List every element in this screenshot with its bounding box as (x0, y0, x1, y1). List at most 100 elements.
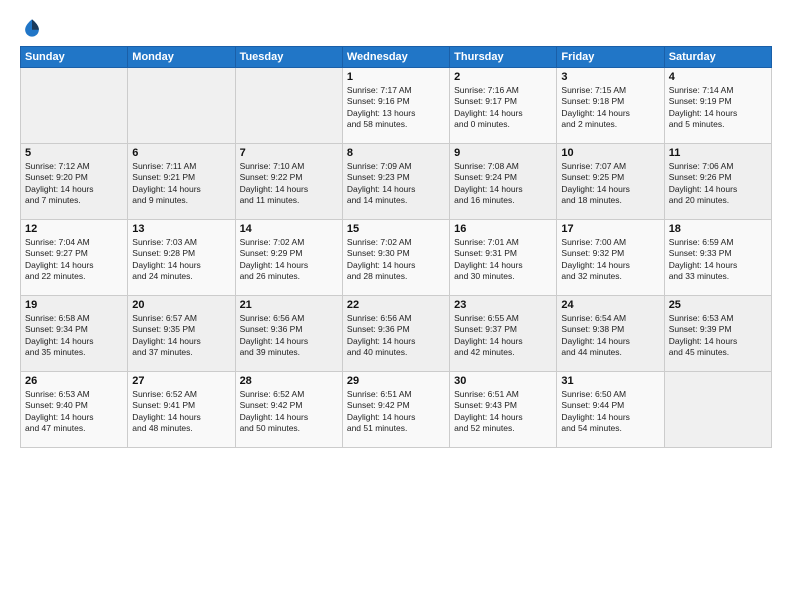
logo (20, 16, 47, 40)
day-info: Sunrise: 7:15 AMSunset: 9:18 PMDaylight:… (561, 85, 659, 131)
day-info: Sunrise: 6:51 AMSunset: 9:43 PMDaylight:… (454, 389, 552, 435)
week-row-2: 5 Sunrise: 7:12 AMSunset: 9:20 PMDaylight… (21, 144, 772, 220)
day-info: Sunrise: 7:04 AMSunset: 9:27 PMDaylight:… (25, 237, 123, 283)
day-number: 7 (240, 147, 338, 159)
day-cell: 24 Sunrise: 6:54 AMSunset: 9:38 PMDayligh… (557, 296, 664, 372)
day-number: 22 (347, 299, 445, 311)
day-cell: 25 Sunrise: 6:53 AMSunset: 9:39 PMDayligh… (664, 296, 771, 372)
day-info: Sunrise: 7:08 AMSunset: 9:24 PMDaylight:… (454, 161, 552, 207)
day-number: 18 (669, 223, 767, 235)
day-cell: 31 Sunrise: 6:50 AMSunset: 9:44 PMDayligh… (557, 372, 664, 448)
day-info: Sunrise: 7:12 AMSunset: 9:20 PMDaylight:… (25, 161, 123, 207)
day-cell: 5 Sunrise: 7:12 AMSunset: 9:20 PMDaylight… (21, 144, 128, 220)
day-number: 13 (132, 223, 230, 235)
day-info: Sunrise: 7:16 AMSunset: 9:17 PMDaylight:… (454, 85, 552, 131)
calendar-table: SundayMondayTuesdayWednesdayThursdayFrid… (20, 46, 772, 448)
day-info: Sunrise: 7:02 AMSunset: 9:29 PMDaylight:… (240, 237, 338, 283)
day-info: Sunrise: 7:06 AMSunset: 9:26 PMDaylight:… (669, 161, 767, 207)
day-number: 28 (240, 375, 338, 387)
day-cell: 9 Sunrise: 7:08 AMSunset: 9:24 PMDaylight… (450, 144, 557, 220)
day-number: 24 (561, 299, 659, 311)
day-info: Sunrise: 6:57 AMSunset: 9:35 PMDaylight:… (132, 313, 230, 359)
day-number: 25 (669, 299, 767, 311)
week-row-4: 19 Sunrise: 6:58 AMSunset: 9:34 PMDayligh… (21, 296, 772, 372)
day-info: Sunrise: 6:52 AMSunset: 9:42 PMDaylight:… (240, 389, 338, 435)
day-cell: 27 Sunrise: 6:52 AMSunset: 9:41 PMDayligh… (128, 372, 235, 448)
day-cell (664, 372, 771, 448)
day-number: 5 (25, 147, 123, 159)
day-cell: 23Sunrise: 6:55 AMSunset: 9:37 PMDayligh… (450, 296, 557, 372)
day-number: 2 (454, 71, 552, 83)
day-cell: 12 Sunrise: 7:04 AMSunset: 9:27 PMDayligh… (21, 220, 128, 296)
day-info: Sunrise: 6:56 AMSunset: 9:36 PMDaylight:… (347, 313, 445, 359)
day-info: Sunrise: 6:53 AMSunset: 9:39 PMDaylight:… (669, 313, 767, 359)
day-number: 4 (669, 71, 767, 83)
day-info: Sunrise: 7:00 AMSunset: 9:32 PMDaylight:… (561, 237, 659, 283)
day-info: Sunrise: 7:01 AMSunset: 9:31 PMDaylight:… (454, 237, 552, 283)
day-number: 21 (240, 299, 338, 311)
day-info: Sunrise: 7:14 AMSunset: 9:19 PMDaylight:… (669, 85, 767, 131)
calendar-page: SundayMondayTuesdayWednesdayThursdayFrid… (0, 0, 792, 612)
day-cell: 30Sunrise: 6:51 AMSunset: 9:43 PMDayligh… (450, 372, 557, 448)
day-info: Sunrise: 6:51 AMSunset: 9:42 PMDaylight:… (347, 389, 445, 435)
day-cell: 7 Sunrise: 7:10 AMSunset: 9:22 PMDaylight… (235, 144, 342, 220)
day-cell: 11 Sunrise: 7:06 AMSunset: 9:26 PMDayligh… (664, 144, 771, 220)
day-number: 29 (347, 375, 445, 387)
day-cell: 19 Sunrise: 6:58 AMSunset: 9:34 PMDayligh… (21, 296, 128, 372)
weekday-header-monday: Monday (128, 47, 235, 68)
day-number: 12 (25, 223, 123, 235)
weekday-header-wednesday: Wednesday (342, 47, 449, 68)
day-info: Sunrise: 7:17 AMSunset: 9:16 PMDaylight:… (347, 85, 445, 131)
day-cell: 13Sunrise: 7:03 AMSunset: 9:28 PMDayligh… (128, 220, 235, 296)
week-row-3: 12 Sunrise: 7:04 AMSunset: 9:27 PMDayligh… (21, 220, 772, 296)
weekday-header-friday: Friday (557, 47, 664, 68)
day-cell: 16 Sunrise: 7:01 AMSunset: 9:31 PMDayligh… (450, 220, 557, 296)
day-info: Sunrise: 6:58 AMSunset: 9:34 PMDaylight:… (25, 313, 123, 359)
weekday-header-tuesday: Tuesday (235, 47, 342, 68)
day-number: 9 (454, 147, 552, 159)
day-number: 15 (347, 223, 445, 235)
logo-icon (20, 16, 44, 40)
weekday-header-thursday: Thursday (450, 47, 557, 68)
day-info: Sunrise: 6:59 AMSunset: 9:33 PMDaylight:… (669, 237, 767, 283)
day-number: 19 (25, 299, 123, 311)
weekday-header-saturday: Saturday (664, 47, 771, 68)
day-info: Sunrise: 6:52 AMSunset: 9:41 PMDaylight:… (132, 389, 230, 435)
day-cell: 18 Sunrise: 6:59 AMSunset: 9:33 PMDayligh… (664, 220, 771, 296)
day-number: 17 (561, 223, 659, 235)
day-info: Sunrise: 7:10 AMSunset: 9:22 PMDaylight:… (240, 161, 338, 207)
day-number: 3 (561, 71, 659, 83)
day-cell: 10Sunrise: 7:07 AMSunset: 9:25 PMDayligh… (557, 144, 664, 220)
day-number: 20 (132, 299, 230, 311)
day-number: 8 (347, 147, 445, 159)
day-cell: 17 Sunrise: 7:00 AMSunset: 9:32 PMDayligh… (557, 220, 664, 296)
day-cell: 26 Sunrise: 6:53 AMSunset: 9:40 PMDayligh… (21, 372, 128, 448)
day-info: Sunrise: 6:56 AMSunset: 9:36 PMDaylight:… (240, 313, 338, 359)
day-number: 31 (561, 375, 659, 387)
day-cell: 14 Sunrise: 7:02 AMSunset: 9:29 PMDayligh… (235, 220, 342, 296)
day-cell: 15Sunrise: 7:02 AMSunset: 9:30 PMDayligh… (342, 220, 449, 296)
day-number: 27 (132, 375, 230, 387)
day-cell: 2 Sunrise: 7:16 AMSunset: 9:17 PMDaylight… (450, 68, 557, 144)
day-cell: 21 Sunrise: 6:56 AMSunset: 9:36 PMDayligh… (235, 296, 342, 372)
week-row-5: 26 Sunrise: 6:53 AMSunset: 9:40 PMDayligh… (21, 372, 772, 448)
day-info: Sunrise: 7:09 AMSunset: 9:23 PMDaylight:… (347, 161, 445, 207)
day-number: 1 (347, 71, 445, 83)
day-info: Sunrise: 7:11 AMSunset: 9:21 PMDaylight:… (132, 161, 230, 207)
day-info: Sunrise: 6:54 AMSunset: 9:38 PMDaylight:… (561, 313, 659, 359)
day-number: 14 (240, 223, 338, 235)
day-cell: 29 Sunrise: 6:51 AMSunset: 9:42 PMDayligh… (342, 372, 449, 448)
weekday-header-row: SundayMondayTuesdayWednesdayThursdayFrid… (21, 47, 772, 68)
day-number: 11 (669, 147, 767, 159)
day-info: Sunrise: 6:50 AMSunset: 9:44 PMDaylight:… (561, 389, 659, 435)
day-cell: 1 Sunrise: 7:17 AMSunset: 9:16 PMDaylight… (342, 68, 449, 144)
day-info: Sunrise: 6:53 AMSunset: 9:40 PMDaylight:… (25, 389, 123, 435)
day-number: 26 (25, 375, 123, 387)
page-header (20, 16, 772, 40)
day-number: 16 (454, 223, 552, 235)
day-info: Sunrise: 7:07 AMSunset: 9:25 PMDaylight:… (561, 161, 659, 207)
day-cell: 4 Sunrise: 7:14 AMSunset: 9:19 PMDaylight… (664, 68, 771, 144)
day-cell: 28 Sunrise: 6:52 AMSunset: 9:42 PMDayligh… (235, 372, 342, 448)
day-number: 6 (132, 147, 230, 159)
day-cell (235, 68, 342, 144)
